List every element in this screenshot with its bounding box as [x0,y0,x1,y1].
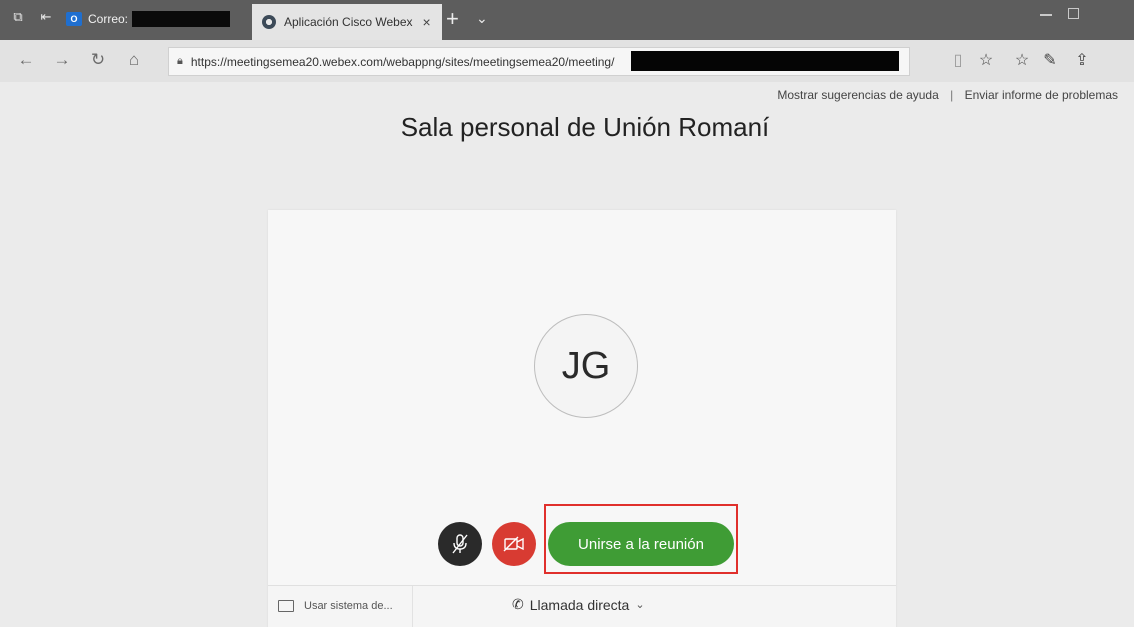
screen-share-icon [278,600,294,612]
card-footer: Usar sistema de... ✆ Llamada directa ⌄ [268,585,896,627]
browser-address-bar: ← → ↻ ⌂ 🔒︎ https://meetingsemea20.webex.… [0,40,1134,83]
url-text: https://meetingsemea20.webex.com/webappn… [190,54,615,69]
tab-correo-label: Correo: [88,12,129,26]
home-icon[interactable]: ⌂ [124,50,144,70]
help-link[interactable]: Mostrar sugerencias de ayuda [777,88,938,102]
tab-list-chevron-icon[interactable]: ⌄ [476,10,488,27]
highlight-annotation [544,504,738,574]
help-links: Mostrar sugerencias de ayuda | Enviar in… [777,88,1118,102]
tab-webex-label: Aplicación Cisco Webex [284,15,413,29]
page-title: Sala personal de Unión Romaní [400,112,770,142]
audio-system-option[interactable]: Usar sistema de... [278,600,393,612]
minimize-button[interactable] [1040,14,1052,16]
pen-icon[interactable]: ✎ [1040,51,1060,71]
lock-icon: 🔒︎ [177,55,183,67]
maximize-button[interactable] [1068,8,1079,19]
redacted-block [132,11,231,27]
favorites-icon[interactable]: ☆ [1012,51,1032,71]
direct-call-label: Llamada directa [529,596,630,613]
share-icon[interactable]: ⇪ [1072,51,1092,71]
reading-view-icon[interactable]: ▯ [948,51,968,71]
audio-system-label: Usar sistema de... [304,600,393,612]
url-field[interactable]: 🔒︎ https://meetingsemea20.webex.com/weba… [168,47,910,76]
webex-icon [262,15,276,29]
redacted-block [631,51,899,71]
separator: | [950,88,954,102]
star-icon[interactable]: ☆ [976,51,996,71]
footer-divider [412,586,413,627]
phone-icon: ✆ [512,596,524,612]
tab-webex[interactable]: Aplicación Cisco Webex × [252,4,442,40]
avatar: JG [534,314,638,418]
report-link[interactable]: Enviar informe de problemas [965,88,1118,102]
browser-tab-bar: ⧉ ⇤ O Correo: Aplicación Cisco Webex × +… [0,0,1134,40]
chevron-down-icon: ⌄ [635,599,645,611]
video-off-button[interactable] [492,522,536,566]
tab-correo[interactable]: O Correo: [66,8,246,30]
refresh-icon[interactable]: ↻ [88,50,108,70]
tab-actions-icon[interactable]: ⧉ [10,10,26,24]
back-arrow-icon[interactable]: ← [16,50,36,70]
close-tab-icon[interactable]: × [423,14,431,30]
new-tab-button[interactable]: + [446,8,459,30]
outlook-icon: O [66,12,82,26]
mute-button[interactable] [438,522,482,566]
video-off-icon [503,536,524,552]
webex-page: Mostrar sugerencias de ayuda | Enviar in… [0,82,1134,627]
direct-call-dropdown[interactable]: ✆ Llamada directa ⌄ [512,596,645,613]
meeting-card: JG Unirse a la reunión Usar sistema de..… [268,210,896,627]
screen: ⧉ ⇤ O Correo: Aplicación Cisco Webex × +… [0,0,1134,627]
forward-arrow-icon[interactable]: → [52,50,72,70]
set-aside-tabs-icon[interactable]: ⇤ [38,10,54,24]
microphone-muted-icon [452,534,468,554]
